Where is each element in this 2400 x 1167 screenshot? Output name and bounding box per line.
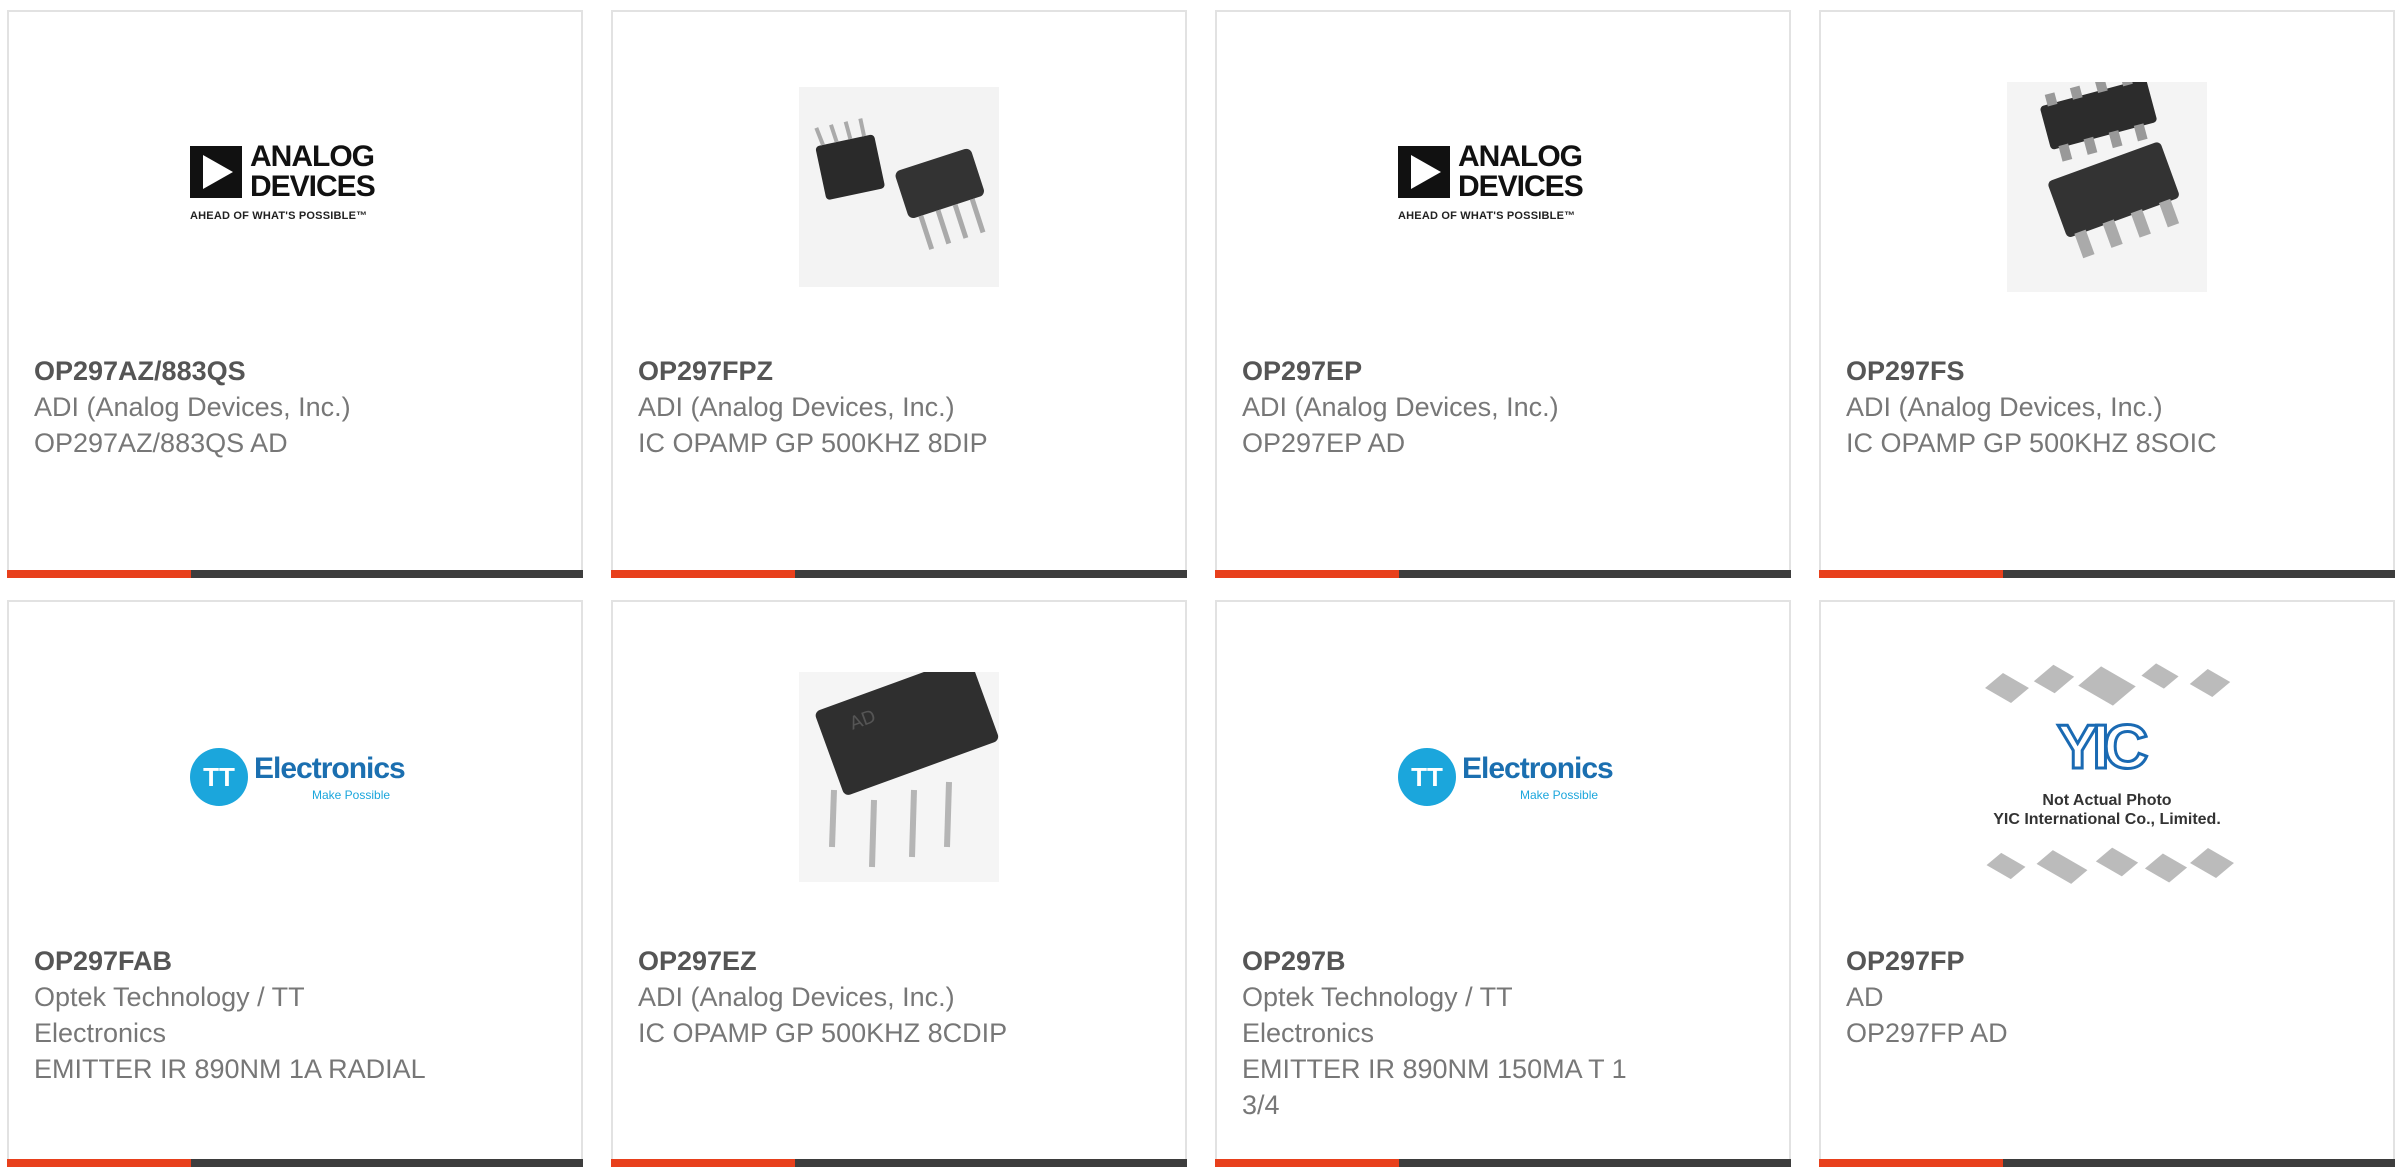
product-image[interactable]: TT Electronics Make Possible (1217, 662, 1789, 892)
analog-devices-logo: ANALOG DEVICES AHEAD OF WHAT'S POSSIBLE™ (1398, 142, 1608, 232)
card-bottom-bar (611, 1159, 1187, 1167)
manufacturer: ADI (Analog Devices, Inc.) (638, 392, 955, 422)
tt-circle-icon: TT (1398, 748, 1456, 806)
description: IC OPAMP GP 500KHZ 8DIP (638, 428, 988, 458)
adi-tagline: AHEAD OF WHAT'S POSSIBLE™ (190, 210, 368, 222)
product-card[interactable]: ANALOG DEVICES AHEAD OF WHAT'S POSSIBLE™ … (1215, 10, 1791, 578)
description: IC OPAMP GP 500KHZ 8SOIC (1846, 428, 2217, 458)
placeholder-company: YIC International Co., Limited. (1993, 811, 2221, 828)
manufacturer: ADI (Analog Devices, Inc.) (1846, 392, 2163, 422)
tt-tagline: Make Possible (1520, 788, 1599, 802)
adi-tagline: AHEAD OF WHAT'S POSSIBLE™ (1398, 210, 1576, 222)
product-image[interactable]: ANALOG DEVICES AHEAD OF WHAT'S POSSIBLE™ (9, 72, 581, 302)
card-bottom-bar (1819, 1159, 2395, 1167)
card-bottom-bar (7, 570, 583, 578)
description: OP297EP AD (1242, 428, 1406, 458)
adi-name: DEVICES (1458, 170, 1584, 203)
part-number[interactable]: OP297FPZ (638, 353, 1038, 389)
part-number[interactable]: OP297EP (1242, 353, 1642, 389)
manufacturer: Optek Technology / TT Electronics (34, 982, 305, 1048)
part-number[interactable]: OP297FP (1846, 943, 2246, 979)
tt-wordmark: Electronics (1462, 752, 1614, 785)
card-bottom-bar (1215, 1159, 1791, 1167)
adi-name: ANALOG (1458, 140, 1583, 173)
tt-electronics-logo: TT Electronics Make Possible (190, 742, 406, 812)
product-card[interactable]: ANALOG DEVICES AHEAD OF WHAT'S POSSIBLE™ … (7, 10, 583, 578)
part-number[interactable]: OP297B (1242, 943, 1572, 979)
part-number[interactable]: OP297EZ (638, 943, 1038, 979)
product-grid: ANALOG DEVICES AHEAD OF WHAT'S POSSIBLE™ … (0, 0, 2400, 1167)
tt-circle-icon: TT (190, 748, 248, 806)
card-bottom-bar (1215, 570, 1791, 578)
part-number[interactable]: OP297FAB (34, 943, 364, 979)
product-image[interactable]: YIC Not Actual Photo YIC International C… (1821, 662, 2393, 892)
product-card[interactable]: TT Electronics Make Possible OP297FAB Op… (7, 600, 583, 1167)
manufacturer: ADI (Analog Devices, Inc.) (638, 982, 955, 1012)
manufacturer: ADI (Analog Devices, Inc.) (1242, 392, 1559, 422)
product-image[interactable]: AD (613, 662, 1185, 892)
adi-triangle-icon (190, 146, 242, 198)
product-card[interactable]: OP297FPZ ADI (Analog Devices, Inc.) IC O… (611, 10, 1187, 578)
card-bottom-bar (611, 570, 1187, 578)
cdip8-chip-icon: AD (799, 672, 999, 882)
product-card[interactable]: AD OP297EZ ADI (Analog Devices, Inc.) IC… (611, 600, 1187, 1167)
product-card[interactable]: TT Electronics Make Possible OP297B Opte… (1215, 600, 1791, 1167)
adi-name: DEVICES (250, 170, 376, 203)
placeholder-caption: Not Actual Photo (2042, 792, 2172, 809)
adi-name: ANALOG (250, 140, 375, 173)
yic-logo: YIC (2055, 712, 2149, 784)
tt-electronics-logo: TT Electronics Make Possible (1398, 742, 1614, 812)
dip8-chip-icon (799, 87, 999, 287)
product-image[interactable]: ANALOG DEVICES AHEAD OF WHAT'S POSSIBLE™ (1217, 72, 1789, 302)
tt-wordmark: Electronics (254, 752, 406, 785)
soic8-chip-icon (2007, 82, 2207, 292)
product-card[interactable]: YIC Not Actual Photo YIC International C… (1819, 600, 2395, 1167)
description: EMITTER IR 890NM 150MA T 1 3/4 (1242, 1054, 1627, 1120)
product-card[interactable]: OP297FS ADI (Analog Devices, Inc.) IC OP… (1819, 10, 2395, 578)
description: EMITTER IR 890NM 1A RADIAL (34, 1054, 426, 1084)
not-actual-photo-placeholder: YIC Not Actual Photo YIC International C… (1972, 657, 2242, 897)
analog-devices-logo: ANALOG DEVICES AHEAD OF WHAT'S POSSIBLE™ (190, 142, 400, 232)
card-bottom-bar (1819, 570, 2395, 578)
card-bottom-bar (7, 1159, 583, 1167)
manufacturer: Optek Technology / TT Electronics (1242, 982, 1513, 1048)
product-image[interactable] (613, 72, 1185, 302)
product-image[interactable] (1821, 72, 2393, 302)
description: IC OPAMP GP 500KHZ 8CDIP (638, 1018, 1008, 1048)
adi-triangle-icon (1398, 146, 1450, 198)
manufacturer: ADI (Analog Devices, Inc.) (34, 392, 351, 422)
part-number[interactable]: OP297FS (1846, 353, 2246, 389)
tt-tagline: Make Possible (312, 788, 391, 802)
part-number[interactable]: OP297AZ/883QS (34, 353, 434, 389)
description: OP297AZ/883QS AD (34, 428, 288, 458)
manufacturer: AD (1846, 982, 1884, 1012)
product-image[interactable]: TT Electronics Make Possible (9, 662, 581, 892)
description: OP297FP AD (1846, 1018, 2008, 1048)
